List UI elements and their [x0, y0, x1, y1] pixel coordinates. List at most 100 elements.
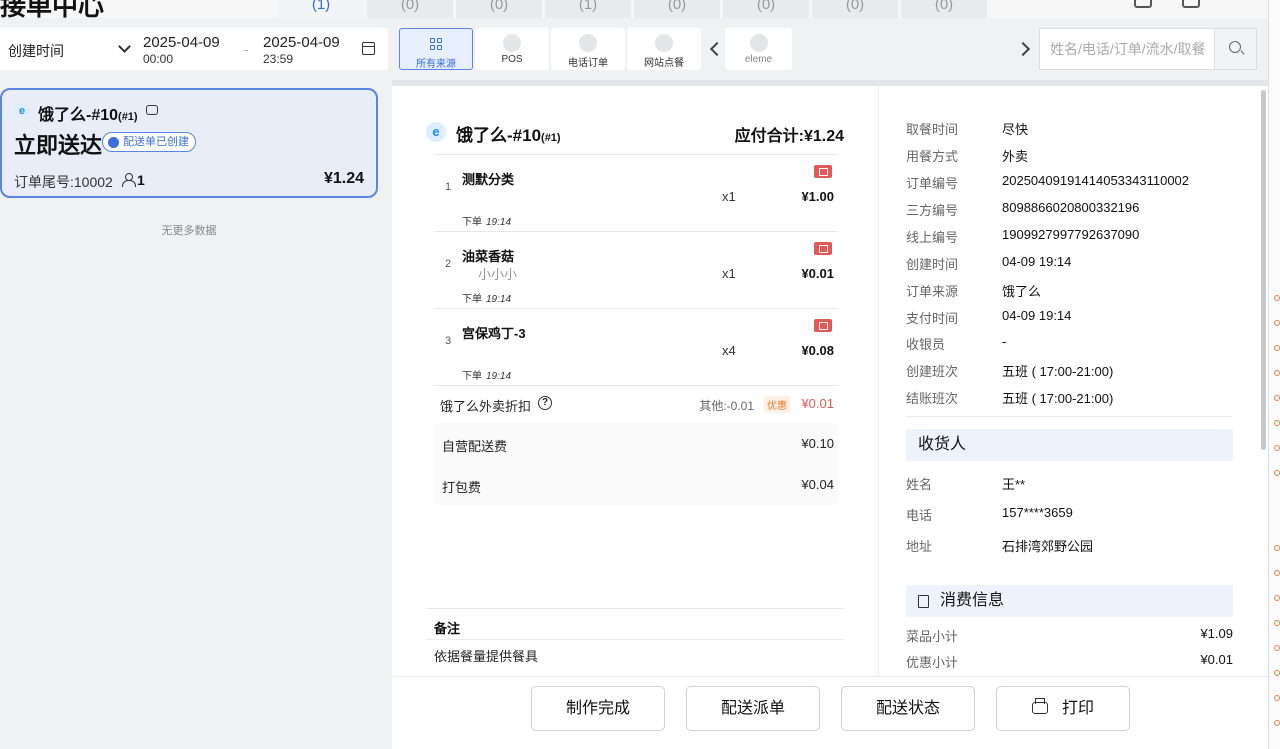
action-bar: 制作完成 配送派单 配送状态 打印 [392, 676, 1268, 749]
list-end-text: 无更多数据 [161, 225, 217, 237]
search-box [1039, 28, 1257, 70]
grid-icon [427, 35, 445, 53]
item-price: ¥1.00 [801, 189, 834, 204]
order-detail: e 饿了么-#10(#1) 应付合计:¥1.24 1 测默分类 x1 ¥1.00… [392, 86, 878, 676]
top-header: 接单中心 (1) (0) (0) (1) (0) (0) (0) (0) [0, 0, 1268, 18]
item-time: 下单 19:14 [462, 217, 512, 228]
item-price: ¥0.01 [801, 266, 834, 281]
discount-value: ¥0.01 [801, 396, 834, 411]
exit-icon[interactable] [1182, 0, 1200, 8]
divider [906, 416, 1232, 417]
edit-icon[interactable] [814, 319, 832, 332]
source-label: 电话订单 [568, 58, 608, 69]
dispatch-button[interactable]: 配送派单 [686, 686, 820, 731]
start-date[interactable]: 2025-04-09 [143, 35, 220, 51]
adjacent-window-edge [1268, 0, 1280, 749]
rider-icon [146, 105, 158, 115]
scrollbar[interactable] [1258, 86, 1268, 676]
calendar-icon[interactable] [362, 42, 375, 55]
status-tab-8[interactable]: (0) [901, 0, 987, 18]
source-web-button[interactable]: 网站点餐 [627, 28, 701, 70]
source-label: 网站点餐 [644, 58, 684, 69]
source-eleme-button[interactable]: eleme [725, 28, 792, 70]
list-item[interactable]: 3 宫保鸡丁-3 x4 ¥0.08 下单 19:14 [434, 308, 838, 385]
fee-value: ¥0.04 [801, 477, 834, 492]
edit-icon[interactable] [814, 165, 832, 178]
discount-row: 饿了么外卖折扣 ? 其他:-0.01 优惠 ¥0.01 [434, 385, 838, 423]
discount-other: 其他:-0.01 [699, 399, 754, 413]
status-tab-4[interactable]: (1) [545, 0, 631, 18]
receiver-section-title: 收货人 [906, 429, 1233, 461]
pos-icon [503, 34, 521, 52]
item-list: 1 测默分类 x1 ¥1.00 下单 19:14 2 油菜香菇 小小小 x1 ¥0… [434, 154, 838, 505]
help-icon[interactable]: ? [538, 396, 552, 410]
item-qty: x1 [722, 189, 736, 204]
source-label: eleme [744, 54, 773, 65]
fee-label: 自营配送费 [442, 439, 508, 454]
discount-tag: 优惠 [764, 396, 790, 413]
source-all-button[interactable]: 所有来源 [399, 28, 473, 70]
item-name: 宫保鸡丁-3 [462, 326, 526, 341]
item-qty: x4 [722, 343, 736, 358]
status-tab-6[interactable]: (0) [723, 0, 809, 18]
bell-icon[interactable] [1134, 0, 1152, 8]
status-badge: 配送单已创建 [102, 132, 196, 152]
list-item[interactable]: 2 油菜香菇 小小小 x1 ¥0.01 下单 19:14 [434, 231, 838, 308]
print-button[interactable]: 打印 [996, 686, 1130, 731]
order-card[interactable]: e 饿了么-#10(#1) 立即送达 配送单已创建 订单尾号:10002 1 ¥… [0, 88, 378, 198]
list-item[interactable]: 1 测默分类 x1 ¥1.00 下单 19:14 [434, 154, 838, 231]
chevron-right-icon[interactable] [1015, 41, 1031, 57]
start-time[interactable]: 00:00 [143, 52, 173, 66]
item-qty: x1 [722, 266, 736, 281]
edit-icon[interactable] [814, 242, 832, 255]
source-phone-button[interactable]: 电话订单 [551, 28, 625, 70]
chevron-down-icon[interactable] [118, 40, 131, 53]
item-time: 下单 19:14 [462, 371, 512, 382]
filter-bar: 创建时间 2025-04-09 00:00 - 2025-04-09 23:59… [0, 18, 1268, 80]
order-info-panel: 取餐时间 尽快 用餐方式 外卖 订单编号 2025040919141405334311… [878, 86, 1258, 676]
date-type-select[interactable]: 创建时间 [8, 41, 64, 61]
remark-section: 备注 依据餐量提供餐具 [426, 608, 844, 671]
fee-value: ¥0.10 [801, 436, 834, 451]
printer-icon [1031, 698, 1048, 714]
status-tab-2[interactable]: (0) [367, 0, 453, 18]
source-pos-button[interactable]: POS [475, 28, 549, 70]
item-time: 下单 19:14 [462, 294, 512, 305]
chevron-left-icon[interactable] [709, 41, 725, 57]
remark-text: 依据餐量提供餐具 [434, 649, 539, 664]
eleme-logo-icon: e [14, 103, 30, 119]
order-card-title: 饿了么-#10(#1) [38, 107, 138, 124]
status-tab-5[interactable]: (0) [634, 0, 720, 18]
source-label: 所有来源 [416, 59, 456, 70]
status-tab-1[interactable]: (1) [278, 0, 364, 18]
delivery-status-button[interactable]: 配送状态 [841, 686, 975, 731]
search-button[interactable] [1214, 29, 1256, 69]
web-icon [655, 34, 673, 52]
order-title: 饿了么-#10(#1) [456, 126, 561, 145]
people-count: 1 [137, 172, 145, 188]
item-note: 小小小 [478, 267, 518, 282]
app-title: 接单中心 [0, 0, 105, 18]
delivery-type: 立即送达 [14, 133, 103, 158]
date-range-picker[interactable]: 创建时间 2025-04-09 00:00 - 2025-04-09 23:59 [0, 28, 388, 70]
item-number: 3 [445, 335, 452, 347]
end-time[interactable]: 23:59 [263, 52, 293, 66]
finish-cooking-button[interactable]: 制作完成 [531, 686, 665, 731]
order-tail-number: 订单尾号:10002 [14, 174, 113, 190]
remark-title: 备注 [426, 609, 844, 640]
item-name: 测默分类 [462, 172, 515, 187]
scrollbar-thumb[interactable] [1261, 90, 1266, 450]
consume-section-title: 消费信息 [906, 585, 1233, 617]
source-label: POS [501, 54, 523, 65]
search-input[interactable] [1040, 29, 1214, 69]
end-date[interactable]: 2025-04-09 [263, 35, 340, 51]
item-number: 1 [445, 181, 452, 193]
order-price: ¥1.24 [323, 170, 364, 187]
search-icon [1229, 41, 1241, 53]
status-tab-3[interactable]: (0) [456, 0, 542, 18]
item-number: 2 [445, 258, 452, 270]
status-tab-7[interactable]: (0) [812, 0, 898, 18]
date-separator: - [244, 42, 249, 57]
fee-label: 打包费 [442, 480, 482, 495]
order-list: e 饿了么-#10(#1) 立即送达 配送单已创建 订单尾号:10002 1 ¥… [0, 86, 386, 749]
